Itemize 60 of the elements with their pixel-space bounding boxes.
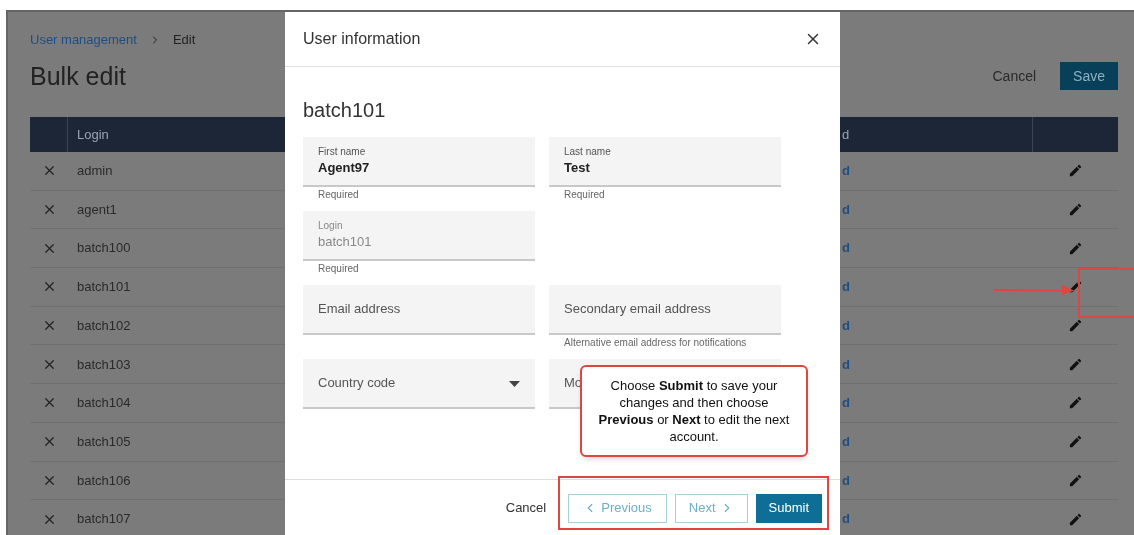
page-title: Bulk edit	[30, 60, 126, 92]
input-field[interactable]: Email address	[303, 285, 535, 335]
field-label: Login	[318, 219, 343, 233]
edit-icon[interactable]	[1067, 472, 1083, 488]
input-field[interactable]: First name Agent97	[303, 137, 535, 187]
dropdown-caret-icon	[509, 381, 520, 387]
table-cell: d	[842, 240, 850, 256]
column-header: Login	[77, 126, 109, 142]
edit-icon[interactable]	[1067, 395, 1083, 411]
table-cell: d	[842, 395, 850, 411]
field-value: Agent97	[318, 159, 370, 177]
edit-icon[interactable]	[1067, 434, 1083, 450]
field-label: Last name	[564, 145, 611, 159]
table-cell: d	[842, 511, 850, 527]
table-cell: d	[842, 201, 850, 217]
input-field[interactable]: Last name Test	[549, 137, 781, 187]
dialog-title: User information	[303, 29, 421, 49]
field-placeholder: Email address	[318, 300, 401, 319]
table-cell: batch103	[77, 356, 131, 372]
table-cell: d	[842, 472, 850, 488]
table-cell: admin	[77, 163, 113, 179]
field-hint: Required	[318, 189, 359, 201]
edit-icon[interactable]	[1067, 511, 1083, 527]
edit-icon[interactable]	[1067, 356, 1083, 372]
table-cell: batch101	[77, 279, 131, 295]
field-label: First name	[318, 145, 366, 159]
table-cell: batch106	[77, 472, 131, 488]
table-cell: d	[842, 356, 850, 372]
table-cell: batch107	[77, 511, 131, 527]
column-header: d	[842, 126, 850, 142]
edit-icon[interactable]	[1067, 163, 1083, 179]
save-button[interactable]: Save	[1060, 62, 1118, 91]
table-cell: batch102	[77, 317, 131, 333]
field-placeholder: Country code	[318, 374, 396, 393]
input-field[interactable]: Secondary email address	[549, 285, 781, 335]
cancel-button[interactable]: Cancel	[505, 498, 547, 518]
submit-button[interactable]: Submit	[755, 493, 822, 523]
field-hint: Required	[564, 189, 605, 201]
account-heading: batch101	[303, 98, 387, 123]
table-cell: d	[842, 433, 850, 449]
field-value: Test	[564, 159, 590, 177]
field-value: batch101	[318, 233, 372, 251]
table-cell: agent1	[77, 201, 117, 217]
field-hint: Required	[318, 263, 359, 275]
table-cell: batch104	[77, 395, 131, 411]
field-hint: Alternative email address for notifications	[564, 337, 747, 349]
field-placeholder: Secondary email address	[564, 300, 711, 319]
cancel-button[interactable]: Cancel	[984, 62, 1045, 91]
table-cell: d	[842, 279, 850, 295]
callout-tooltip: Choose Submit to save your changes and then choose Previous or Next to edit the next account.	[580, 365, 808, 457]
edit-icon[interactable]	[1067, 202, 1083, 218]
highlight-frame	[1078, 268, 1134, 318]
table-cell: d	[842, 317, 850, 333]
edit-icon[interactable]	[1067, 240, 1083, 256]
table-cell: d	[842, 163, 850, 179]
table-cell: batch105	[77, 433, 131, 449]
edit-icon[interactable]	[1067, 318, 1083, 334]
select-field[interactable]: Country code	[303, 359, 535, 409]
breadcrumb-current: Edit	[172, 31, 196, 49]
table-cell: batch100	[77, 240, 131, 256]
